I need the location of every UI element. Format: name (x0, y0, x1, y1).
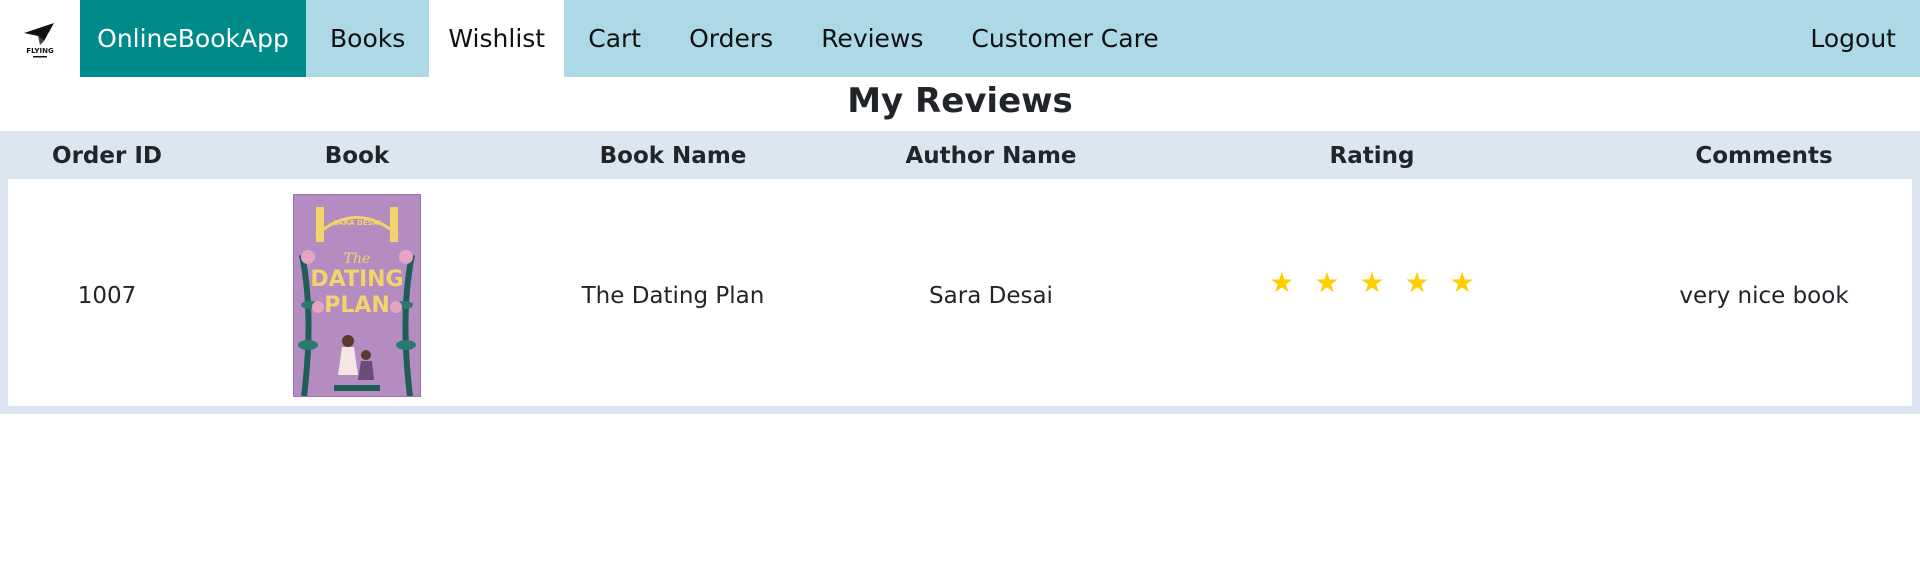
book-cover-image: SARA DESAI The DATING PLAN (293, 194, 421, 397)
cell-rating: ★ ★ ★ ★ ★ (1136, 181, 1608, 410)
table-header-row: Order ID Book Book Name Author Name Rati… (0, 131, 1920, 181)
star-icon: ★ (1269, 265, 1295, 299)
star-icon: ★ (1404, 265, 1430, 299)
book-cover-title-line1: The (343, 251, 371, 267)
reviews-table: Order ID Book Book Name Author Name Rati… (0, 131, 1920, 410)
nav-item-reviews[interactable]: Reviews (797, 0, 947, 77)
reviews-table-container: Order ID Book Book Name Author Name Rati… (0, 131, 1920, 414)
cell-order-id: 1007 (77, 282, 137, 309)
header-rating: Rating (1329, 143, 1415, 169)
cell-book: SARA DESAI The DATING PLAN (214, 181, 500, 410)
book-cover-author: SARA DESAI (333, 219, 381, 227)
star-icon: ★ (1314, 265, 1340, 299)
cell-author-name: Sara Desai (929, 282, 1053, 309)
header-author-name: Author Name (905, 143, 1077, 169)
book-cover-title-line3: PLAN (324, 293, 390, 318)
header-book-name: Book Name (599, 143, 747, 169)
header-comments: Comments (1695, 143, 1833, 169)
book-cover-title-line2: DATING (310, 267, 404, 292)
nav-item-customer-care[interactable]: Customer Care (947, 0, 1182, 77)
brand-link[interactable]: OnlineBookApp (80, 0, 306, 77)
cell-comments: very nice book (1679, 282, 1849, 309)
star-icon: ★ (1449, 265, 1475, 299)
table-row: 1007 SARA DESAI The DATING PLAN The Dati… (0, 181, 1920, 410)
logo[interactable]: FLYING (0, 0, 80, 77)
header-order-id: Order ID (52, 143, 162, 169)
nav-item-wishlist[interactable]: Wishlist (429, 0, 565, 77)
logo-text: FLYING (26, 47, 54, 55)
nav-item-books[interactable]: Books (306, 0, 429, 77)
logout-link[interactable]: Logout (1786, 0, 1920, 77)
header-book: Book (324, 143, 390, 169)
cell-book-name: The Dating Plan (581, 282, 765, 309)
nav-item-orders[interactable]: Orders (665, 0, 797, 77)
top-navbar: FLYING OnlineBookApp Books Wishlist Cart… (0, 0, 1920, 77)
rating-stars: ★ ★ ★ ★ ★ (1137, 265, 1607, 299)
paper-plane-logo-icon: FLYING (24, 22, 54, 57)
page-title: My Reviews (847, 81, 1073, 121)
star-icon: ★ (1359, 265, 1385, 299)
nav-item-cart[interactable]: Cart (564, 0, 665, 77)
